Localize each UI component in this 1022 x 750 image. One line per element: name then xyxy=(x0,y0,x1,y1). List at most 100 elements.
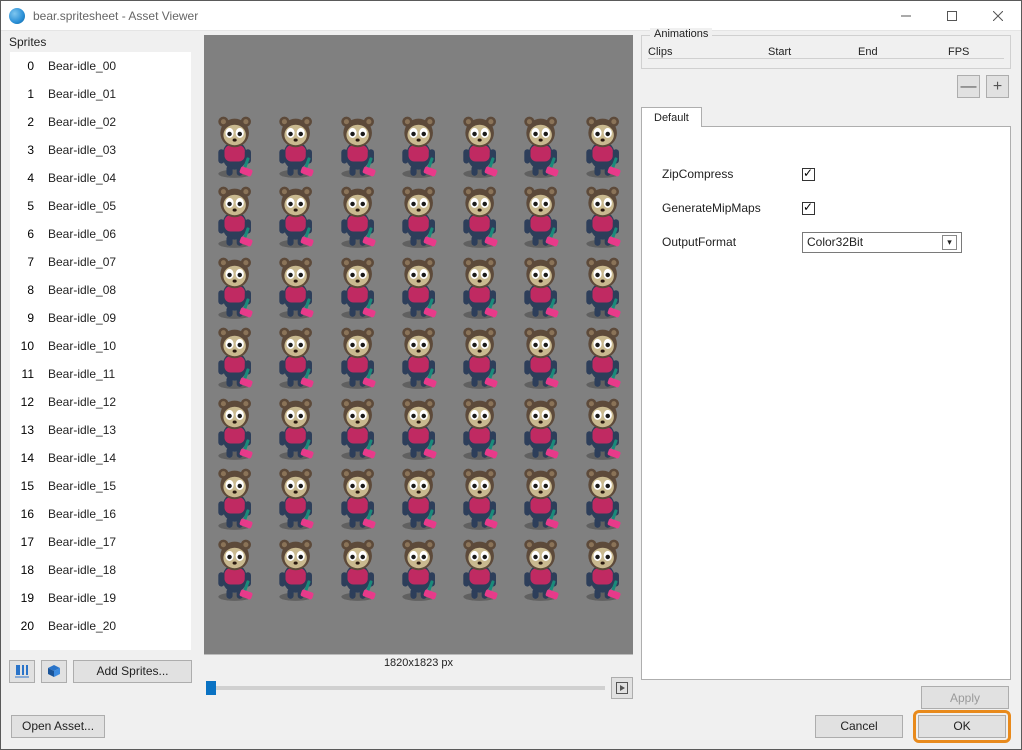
sprite-cell xyxy=(204,322,265,392)
sprite-name: Bear-idle_17 xyxy=(48,535,191,549)
col-start[interactable]: Start xyxy=(768,46,858,58)
sprite-list-item[interactable]: 5Bear-idle_05 xyxy=(10,192,191,220)
sprite-cell xyxy=(204,463,265,533)
sprite-list-item[interactable]: 9Bear-idle_09 xyxy=(10,304,191,332)
sprite-list-item[interactable]: 12Bear-idle_12 xyxy=(10,388,191,416)
sprite-cell xyxy=(388,534,449,604)
maximize-button[interactable] xyxy=(929,1,975,31)
title-bar: bear.spritesheet - Asset Viewer xyxy=(1,1,1021,31)
zipcompress-checkbox[interactable] xyxy=(802,168,815,181)
align-sprites-button[interactable] xyxy=(9,660,35,683)
apply-button[interactable]: Apply xyxy=(921,686,1009,709)
sprites-panel: Sprites 0Bear-idle_001Bear-idle_012Bear-… xyxy=(1,31,196,709)
sprite-cell xyxy=(327,463,388,533)
sprite-index: 14 xyxy=(18,451,48,465)
sprite-name: Bear-idle_08 xyxy=(48,283,191,297)
sprite-cell xyxy=(572,322,633,392)
outputformat-label: OutputFormat xyxy=(662,235,802,249)
sprite-name: Bear-idle_03 xyxy=(48,143,191,157)
sprite-name: Bear-idle_18 xyxy=(48,563,191,577)
sprite-list-item[interactable]: 6Bear-idle_06 xyxy=(10,220,191,248)
sprite-list-item[interactable]: 3Bear-idle_03 xyxy=(10,136,191,164)
sprite-index: 18 xyxy=(18,563,48,577)
sprite-list-item[interactable]: 11Bear-idle_11 xyxy=(10,360,191,388)
sprite-list-item[interactable]: 10Bear-idle_10 xyxy=(10,332,191,360)
sprite-cell xyxy=(265,393,326,463)
mipmaps-checkbox[interactable] xyxy=(802,202,815,215)
col-fps[interactable]: FPS xyxy=(948,46,969,58)
sprite-index: 12 xyxy=(18,395,48,409)
sprite-index: 8 xyxy=(18,283,48,297)
sprite-cell xyxy=(510,534,571,604)
sprite-list-item[interactable]: 18Bear-idle_18 xyxy=(10,556,191,584)
sprite-list-item[interactable]: 13Bear-idle_13 xyxy=(10,416,191,444)
sprite-name: Bear-idle_20 xyxy=(48,619,191,633)
sprite-list-item[interactable]: 2Bear-idle_02 xyxy=(10,108,191,136)
sprite-cell xyxy=(327,393,388,463)
sprite-list-item[interactable]: 19Bear-idle_19 xyxy=(10,584,191,612)
sprites-list[interactable]: 0Bear-idle_001Bear-idle_012Bear-idle_023… xyxy=(9,51,192,651)
window-title: bear.spritesheet - Asset Viewer xyxy=(33,9,198,23)
sprite-cell xyxy=(449,181,510,251)
sprite-name: Bear-idle_10 xyxy=(48,339,191,353)
sprite-list-item[interactable]: 16Bear-idle_16 xyxy=(10,500,191,528)
sprite-cell xyxy=(204,111,265,181)
sprite-index: 2 xyxy=(18,115,48,129)
sprite-cell xyxy=(572,252,633,322)
sprite-name: Bear-idle_15 xyxy=(48,479,191,493)
sprite-list-item[interactable]: 0Bear-idle_00 xyxy=(10,52,191,80)
sprite-cell xyxy=(449,393,510,463)
sprite-cell xyxy=(327,322,388,392)
sprite-name: Bear-idle_01 xyxy=(48,87,191,101)
sprite-list-item[interactable]: 14Bear-idle_14 xyxy=(10,444,191,472)
sprite-name: Bear-idle_06 xyxy=(48,227,191,241)
sprite-list-item[interactable]: 1Bear-idle_01 xyxy=(10,80,191,108)
sprite-cell xyxy=(204,181,265,251)
sprite-cell xyxy=(449,534,510,604)
sprite-index: 10 xyxy=(18,339,48,353)
add-sprites-button[interactable]: Add Sprites... xyxy=(73,660,192,683)
sprite-cell xyxy=(265,252,326,322)
tab-default[interactable]: Default xyxy=(641,107,702,127)
add-animation-button[interactable]: + xyxy=(986,75,1009,98)
sprite-list-item[interactable]: 7Bear-idle_07 xyxy=(10,248,191,276)
sprite-index: 4 xyxy=(18,171,48,185)
sprite-cell xyxy=(265,463,326,533)
sprite-list-item[interactable]: 20Bear-idle_20 xyxy=(10,612,191,640)
sprite-index: 7 xyxy=(18,255,48,269)
zoom-slider[interactable] xyxy=(206,686,605,690)
sprite-name: Bear-idle_13 xyxy=(48,423,191,437)
sprite-list-item[interactable]: 17Bear-idle_17 xyxy=(10,528,191,556)
ok-button[interactable]: OK xyxy=(918,715,1006,738)
col-clips[interactable]: Clips xyxy=(648,46,768,58)
close-button[interactable] xyxy=(975,1,1021,31)
spritesheet-preview[interactable] xyxy=(204,35,633,655)
sprite-name: Bear-idle_19 xyxy=(48,591,191,605)
sprite-index: 13 xyxy=(18,423,48,437)
cancel-button[interactable]: Cancel xyxy=(815,715,903,738)
sprite-cell xyxy=(572,181,633,251)
sprite-cell xyxy=(510,322,571,392)
cube-tool-button[interactable] xyxy=(41,660,67,683)
sprite-list-item[interactable]: 15Bear-idle_15 xyxy=(10,472,191,500)
open-asset-button[interactable]: Open Asset... xyxy=(11,715,105,738)
sprite-list-item[interactable]: 4Bear-idle_04 xyxy=(10,164,191,192)
remove-animation-button[interactable]: — xyxy=(957,75,980,98)
animations-legend: Animations xyxy=(650,28,712,40)
fit-view-button[interactable] xyxy=(611,677,633,699)
sprite-cell xyxy=(327,252,388,322)
minimize-button[interactable] xyxy=(883,1,929,31)
col-end[interactable]: End xyxy=(858,46,948,58)
settings-tab-content: ZipCompress GenerateMipMaps OutputFormat… xyxy=(641,126,1011,680)
sprite-list-item[interactable]: 8Bear-idle_08 xyxy=(10,276,191,304)
sprite-name: Bear-idle_05 xyxy=(48,199,191,213)
outputformat-select[interactable]: Color32Bit ▾ xyxy=(802,232,962,253)
sprite-cell xyxy=(265,181,326,251)
sprite-index: 5 xyxy=(18,199,48,213)
zoom-thumb[interactable] xyxy=(206,681,216,695)
sprite-index: 17 xyxy=(18,535,48,549)
sprite-cell xyxy=(388,393,449,463)
sprite-cell xyxy=(265,534,326,604)
sprite-index: 6 xyxy=(18,227,48,241)
sprite-cell xyxy=(572,393,633,463)
